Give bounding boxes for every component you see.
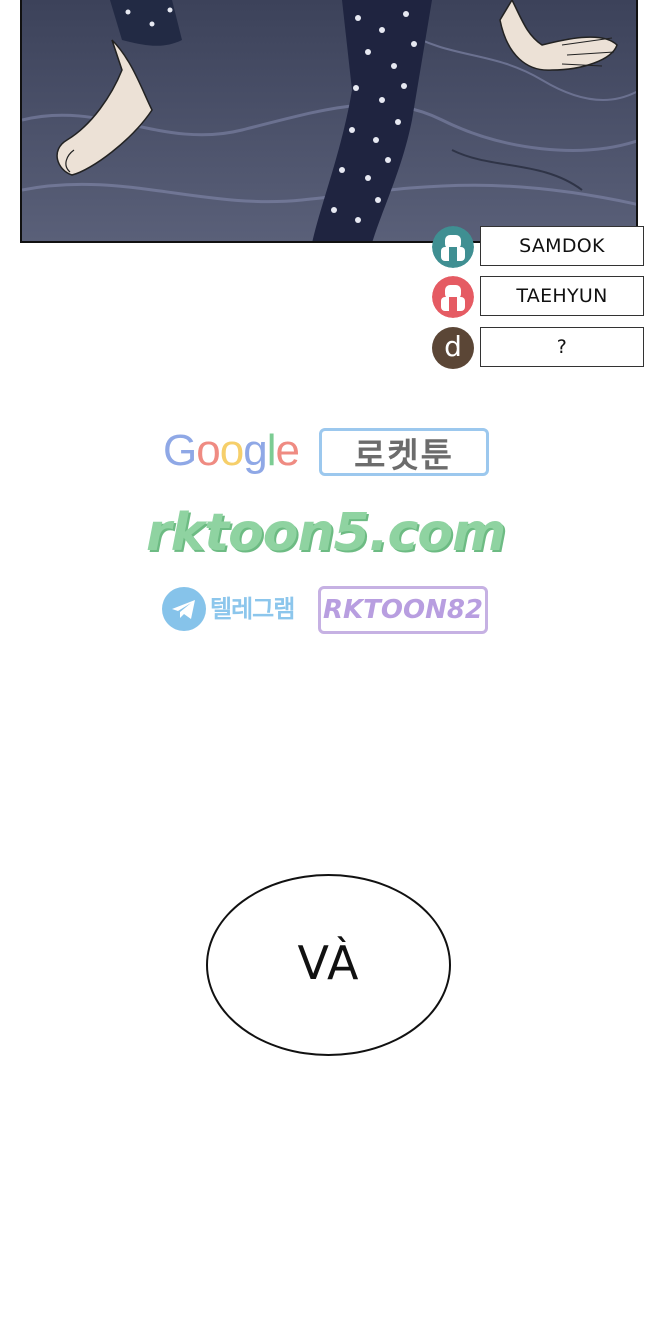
telegram-label: 텔레그램 — [210, 595, 295, 623]
speech-bubble: VÀ — [206, 874, 451, 1056]
korean-site-badge: 로켓툰 — [319, 428, 489, 476]
character-legend-row: TAEHYUN — [432, 276, 648, 318]
character-legend-row: d ? — [432, 327, 648, 369]
person-teal-icon — [432, 226, 474, 268]
comic-panel-bed-scene — [20, 0, 638, 243]
person-red-icon — [432, 276, 474, 318]
telegram-handle-badge: RKTOON82 — [318, 586, 488, 634]
character-legend-row: SAMDOK — [432, 226, 648, 268]
site-url-watermark: rktoon5.com — [146, 503, 506, 563]
telegram-watermark: 텔레그램 RKTOON82 — [162, 585, 492, 637]
speech-bubble-text: VÀ — [297, 936, 360, 990]
character-name: TAEHYUN — [480, 276, 644, 316]
letter-avatar: d — [432, 327, 474, 369]
telegram-icon — [162, 587, 206, 631]
character-name: SAMDOK — [480, 226, 644, 266]
character-name: ? — [480, 327, 644, 367]
bed-scene-illustration — [22, 0, 636, 241]
google-logo: Google — [163, 426, 300, 475]
google-search-watermark: Google 로켓툰 — [163, 428, 489, 478]
